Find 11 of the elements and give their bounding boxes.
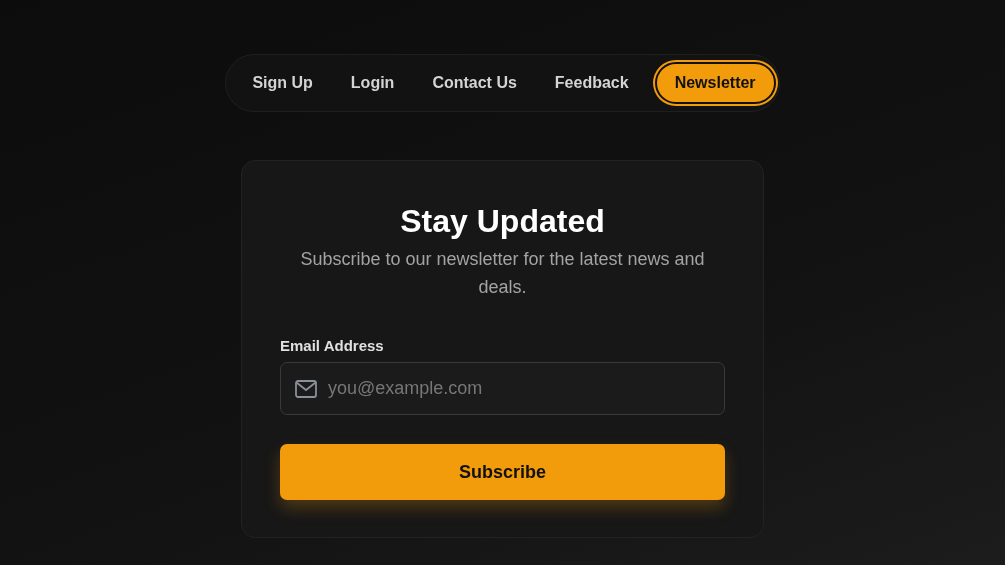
email-label: Email Address (280, 337, 385, 354)
nav-tab[interactable]: Sign Up (236, 62, 329, 104)
email-field[interactable]: you@example.com (280, 362, 725, 415)
mail-icon (295, 380, 317, 398)
subscribe-button[interactable]: Subscribe (280, 444, 725, 500)
card-title: Stay Updated (399, 202, 606, 241)
nav-tab[interactable]: Contact Us (416, 62, 533, 104)
nav-tab[interactable]: Login (334, 62, 411, 104)
nav-tab[interactable]: Newsletter (654, 62, 776, 104)
card-subtitle: Subscribe to our newsletter for the latest news and deals. (300, 248, 705, 299)
nav-tab[interactable]: Feedback (538, 62, 645, 104)
